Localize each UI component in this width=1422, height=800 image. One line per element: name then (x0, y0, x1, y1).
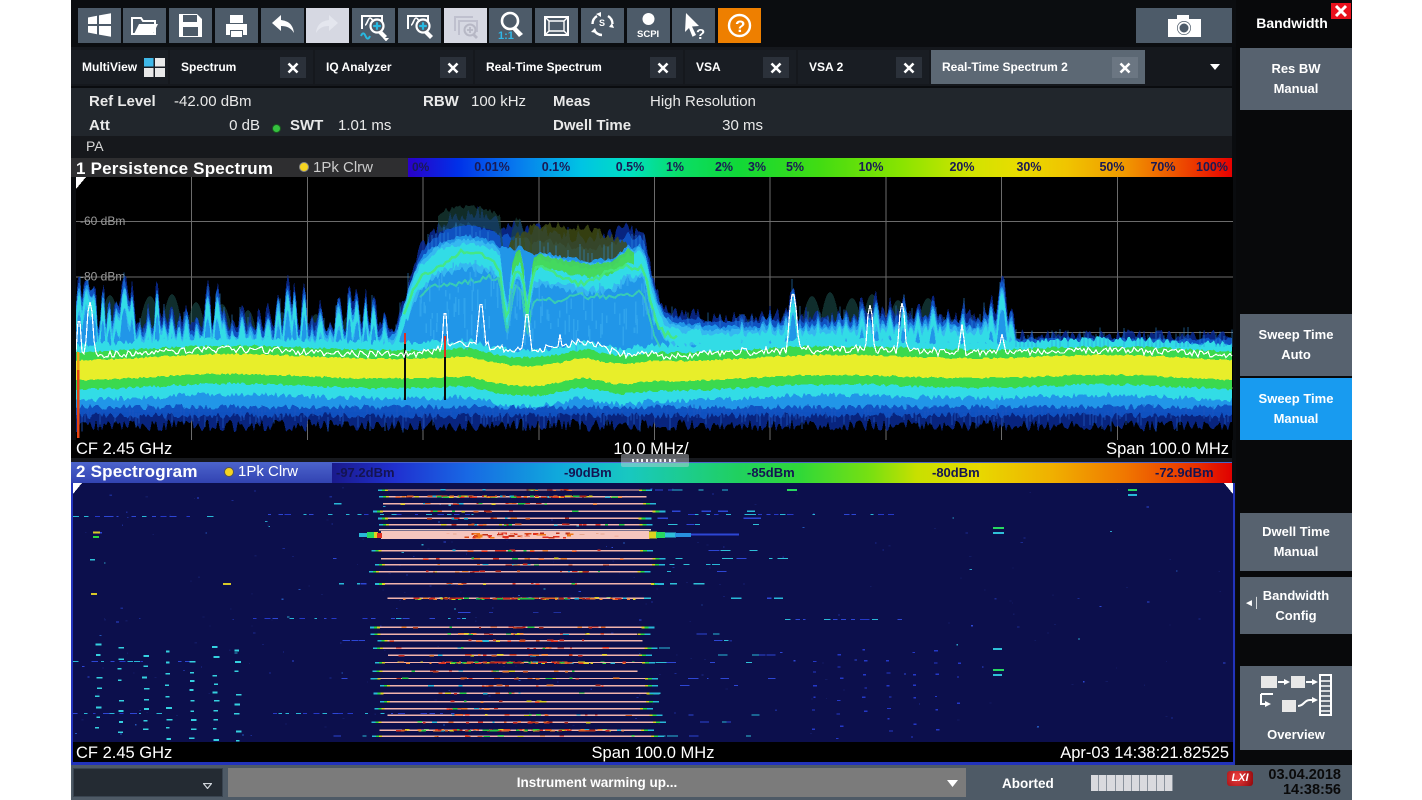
svg-text:-60 dBm: -60 dBm (80, 214, 125, 228)
svg-text:S: S (599, 18, 605, 28)
svg-text:?: ? (696, 26, 705, 41)
svg-text:?: ? (735, 17, 745, 36)
svg-text:1:1: 1:1 (498, 30, 514, 41)
svg-text:SCPI: SCPI (637, 29, 659, 40)
